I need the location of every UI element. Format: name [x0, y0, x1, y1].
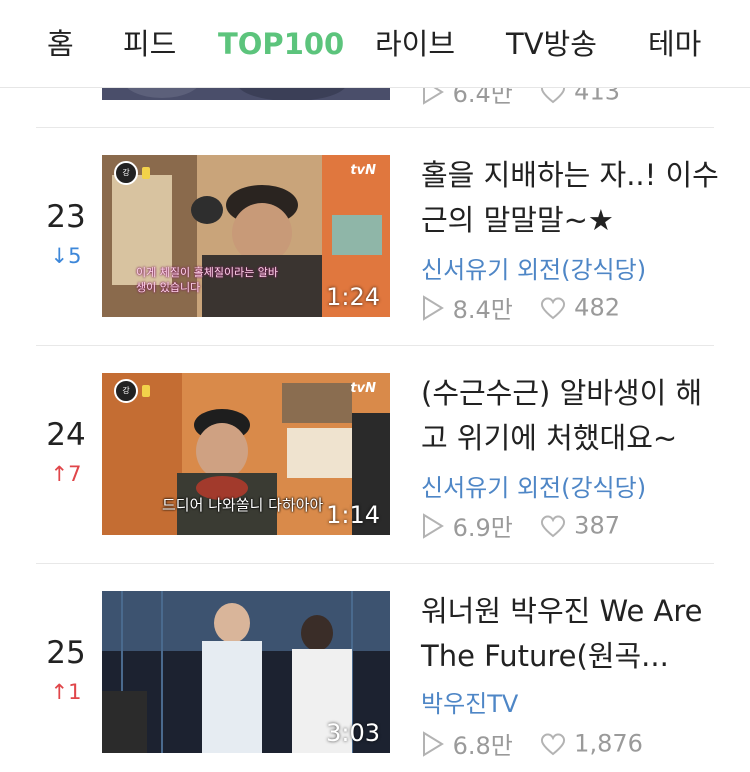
like-count: 387	[574, 511, 620, 540]
heart-icon	[540, 297, 565, 319]
video-duration: 1:24	[326, 283, 380, 311]
arrow-down-icon: ↓	[50, 244, 69, 268]
play-icon	[423, 512, 444, 539]
video-stats: 8.4만 482	[421, 290, 620, 324]
video-stats: 6.8만 1,876	[421, 726, 643, 760]
tab-feed[interactable]: 피드	[123, 24, 176, 64]
episode-tag	[142, 385, 150, 397]
heart-icon	[540, 733, 565, 755]
heart-icon	[540, 515, 565, 537]
channel-logo-badge: 강	[114, 161, 138, 185]
title-line-1: 워너원 박우진 We Are	[421, 594, 703, 628]
top-navigation: 홈 피드 TOP100 라이브 TV방송 테마	[0, 0, 750, 88]
video-ranking-list: 6.4만 413 23 ↓5 강 tvN 이게 체질이 홀체질이라는 알바생이 …	[0, 0, 750, 772]
video-title[interactable]: (수근수근) 알바생이 해 고 위기에 처했대요~	[421, 371, 721, 461]
video-duration: 1:14	[326, 501, 380, 529]
title-line-1: 홀을 지배하는 자..! 이수	[421, 158, 719, 192]
title-line-2: The Future(원곡...	[421, 639, 669, 673]
rank-number: 24	[46, 417, 86, 453]
channel-name[interactable]: 신서유기 외전(강식당)	[421, 468, 646, 503]
video-title[interactable]: 홀을 지배하는 자..! 이수 근의 말말말~★	[421, 153, 721, 243]
video-stats: 6.9만 387	[421, 508, 620, 542]
broadcaster-logo: tvN	[350, 381, 376, 396]
title-line-2: 고 위기에 처했대요~	[421, 421, 678, 455]
view-count: 6.9만	[452, 514, 513, 542]
arrow-up-icon: ↑	[50, 680, 69, 704]
view-count: 8.4만	[452, 296, 513, 324]
title-line-2: 근의 말말말~★	[421, 203, 614, 237]
title-line-1: (수근수근) 알바생이 해	[421, 376, 703, 410]
thumbnail-caption: 드디어 나와쏠니 다하아아	[162, 496, 324, 514]
video-duration: 3:03	[326, 719, 380, 747]
like-count: 482	[574, 293, 620, 322]
rank-number: 23	[46, 199, 86, 235]
like-count: 1,876	[574, 729, 643, 758]
video-thumbnail[interactable]: 강 tvN 드디어 나와쏠니 다하아아 1:14	[102, 373, 390, 535]
list-item[interactable]: 23 ↓5 강 tvN 이게 체질이 홀체질이라는 알바생이 있습니다 1:24	[0, 128, 750, 328]
video-title[interactable]: 워너원 박우진 We Are The Future(원곡...	[421, 589, 721, 679]
channel-logo-badge: 강	[114, 379, 138, 403]
channel-name[interactable]: 신서유기 외전(강식당)	[421, 250, 646, 285]
play-icon	[423, 294, 444, 321]
video-thumbnail[interactable]: 3:03	[102, 591, 390, 753]
tab-theme[interactable]: 테마	[648, 24, 701, 64]
video-thumbnail[interactable]: 강 tvN 이게 체질이 홀체질이라는 알바생이 있습니다 1:24	[102, 155, 390, 317]
view-count: 6.8만	[452, 732, 513, 760]
list-item[interactable]: 24 ↑7 강 tvN 드디어 나와쏠니 다하아아 1:14 (수근수근) 알바…	[0, 346, 750, 546]
channel-name[interactable]: 박우진TV	[421, 684, 518, 719]
tab-top100[interactable]: TOP100	[218, 24, 344, 64]
rank-change-up: ↑1	[50, 680, 82, 704]
list-item[interactable]: 25 ↑1 3:03 워너원 박우진 We Are The Future(원곡.…	[0, 564, 750, 764]
rank-number: 25	[46, 635, 86, 671]
thumbnail-caption: 이게 체질이 홀체질이라는 알바생이 있습니다	[136, 266, 279, 294]
tab-home[interactable]: 홈	[47, 24, 74, 64]
rank-change-up: ↑7	[50, 462, 82, 486]
arrow-up-icon: ↑	[50, 462, 69, 486]
episode-tag	[142, 167, 150, 179]
tab-live[interactable]: 라이브	[375, 24, 455, 64]
play-icon	[423, 730, 444, 757]
rank-change-down: ↓5	[50, 244, 82, 268]
broadcaster-logo: tvN	[350, 163, 376, 178]
tab-tv-broadcast[interactable]: TV방송	[506, 24, 597, 64]
